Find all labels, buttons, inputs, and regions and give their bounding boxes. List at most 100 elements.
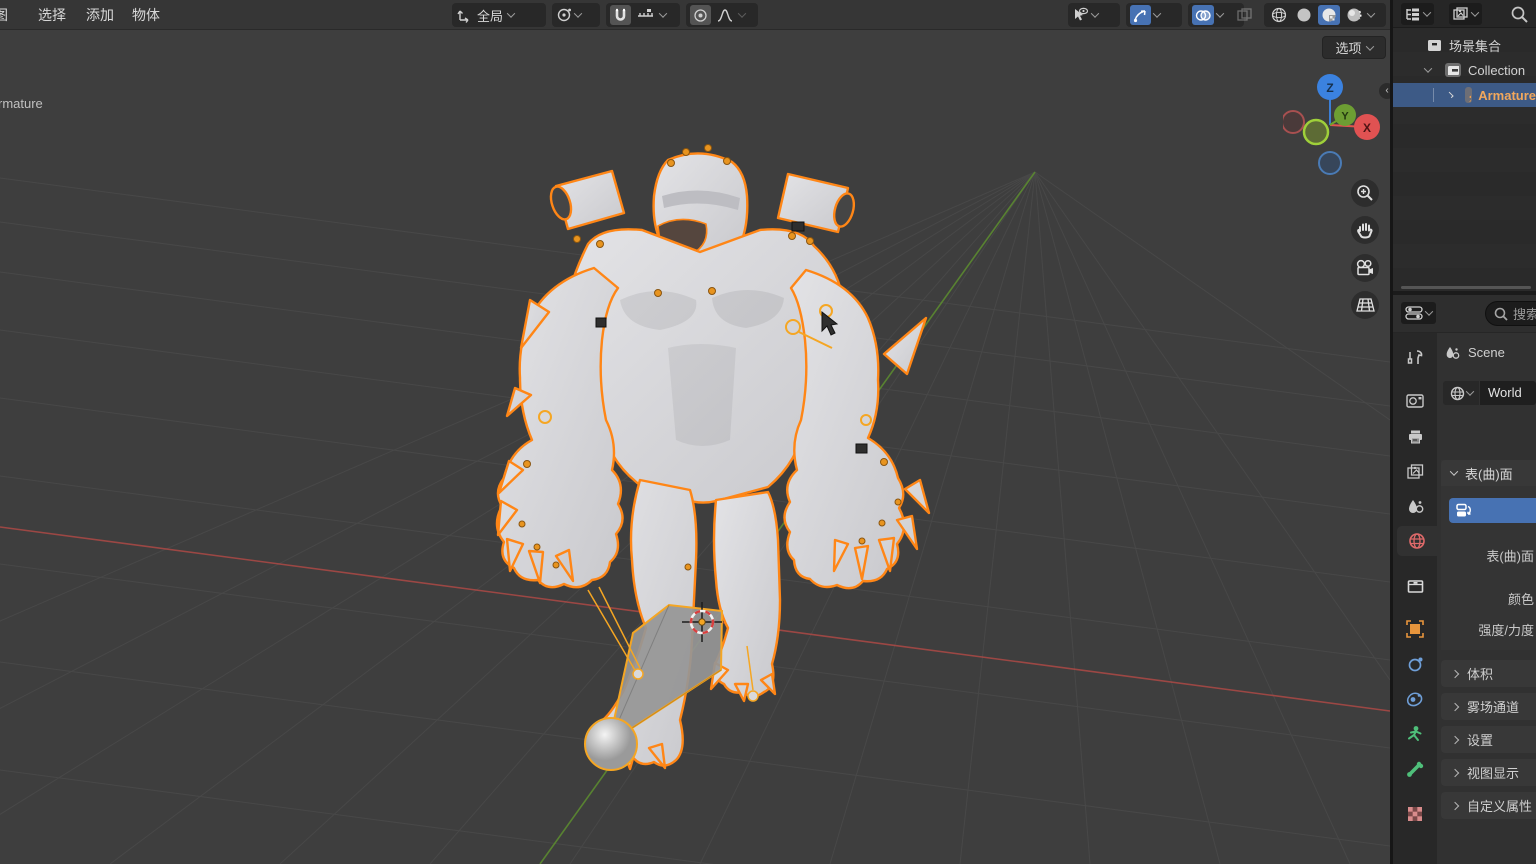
texture-checker-icon <box>1407 806 1423 822</box>
outliner-row-stripe <box>1393 196 1536 220</box>
tab-constraints[interactable] <box>1393 684 1437 714</box>
tab-physics[interactable] <box>1393 649 1437 679</box>
tab-object-data[interactable] <box>1393 719 1437 749</box>
options-dropdown[interactable]: 选项 <box>1322 36 1386 59</box>
panel-custom-properties[interactable]: 自定义属性 <box>1441 792 1536 819</box>
menu-select[interactable]: 选择 <box>32 0 72 30</box>
viewport-scene[interactable] <box>0 0 1390 864</box>
shoulder-cannon-left[interactable] <box>547 171 624 229</box>
panel-settings-label: 设置 <box>1467 730 1493 749</box>
shoulder-cannon-right[interactable] <box>778 174 857 232</box>
sidebar-toggle-arrow[interactable]: ‹ <box>1379 83 1390 99</box>
panel-collapsed-icon <box>1451 702 1459 710</box>
panel-viewport-display[interactable]: 视图显示 <box>1441 759 1536 786</box>
toggle-ortho-button[interactable] <box>1351 291 1379 319</box>
xray-toggle[interactable] <box>1232 3 1262 27</box>
gizmo-axis-neg-z[interactable] <box>1319 152 1341 174</box>
transform-orientation-dropdown[interactable]: 全局 <box>452 3 546 27</box>
shading-solid-button[interactable] <box>1293 5 1315 25</box>
menu-view-label: 视图 <box>0 7 8 23</box>
menu-object[interactable]: 物体 <box>126 0 166 30</box>
snap-target-button[interactable] <box>634 5 657 25</box>
search-icon <box>1494 307 1508 321</box>
menu-view[interactable]: 视图 <box>0 0 14 30</box>
gizmos-toggle[interactable] <box>1130 5 1151 25</box>
world-properties-panel: Scene World 表(曲)面 <box>1437 333 1536 864</box>
tab-render[interactable] <box>1393 385 1437 415</box>
display-mode-icon <box>1453 7 1469 21</box>
options-label: 选项 <box>1335 38 1361 57</box>
show-gizmo-dropdown[interactable] <box>1068 3 1120 27</box>
camera-view-button[interactable] <box>1351 254 1379 282</box>
chevron-down-icon <box>1365 42 1373 50</box>
tab-bone[interactable] <box>1393 754 1437 784</box>
panel-mist-pass[interactable]: 雾场通道 <box>1441 693 1536 720</box>
tab-output[interactable] <box>1393 421 1437 451</box>
zoom-button[interactable] <box>1351 179 1379 207</box>
tab-tool[interactable] <box>1393 343 1437 373</box>
color-field-label: 颜色 <box>1414 589 1534 608</box>
pivot-point-dropdown[interactable] <box>552 3 600 27</box>
outliner-filter-button[interactable] <box>1449 3 1482 25</box>
snap-group <box>606 3 680 27</box>
outliner-header <box>1393 0 1536 28</box>
panel-collapsed-icon <box>1451 735 1459 743</box>
chevron-down-icon <box>1153 9 1161 17</box>
chevron-down-icon <box>1471 8 1479 16</box>
shading-material-button[interactable] <box>1318 5 1340 25</box>
use-nodes-button[interactable] <box>1449 498 1536 523</box>
properties-search-field[interactable]: 搜索 <box>1485 301 1536 326</box>
outliner-editor-type-button[interactable] <box>1401 3 1434 25</box>
shading-group <box>1264 3 1386 27</box>
expand-chevron-icon[interactable] <box>1448 92 1454 98</box>
monster-arm-left[interactable] <box>497 268 623 587</box>
navigation-gizmo[interactable]: Z Y X <box>1283 72 1387 180</box>
armature-data-icon <box>1406 725 1424 743</box>
viewport-3d[interactable]: 视图 选择 添加 物体 全局 <box>0 0 1390 864</box>
output-printer-icon <box>1407 429 1424 444</box>
show-gizmo-icon <box>1072 7 1089 23</box>
outliner-row-collection[interactable]: Collection <box>1393 58 1536 82</box>
orientation-label: 全局 <box>475 6 505 25</box>
falloff-curve-button[interactable] <box>714 5 736 25</box>
chevron-down-icon <box>574 9 582 17</box>
pan-button[interactable] <box>1351 216 1379 244</box>
viewport-info-text: rmature <box>0 96 43 111</box>
constraints-icon <box>1406 691 1424 707</box>
gizmo-axis-neg-y[interactable] <box>1304 120 1328 144</box>
surface-panel-header[interactable]: 表(曲)面 <box>1441 460 1536 486</box>
chevron-down-icon <box>1425 307 1433 315</box>
shading-rendered-button[interactable] <box>1343 5 1365 25</box>
blender-window: 视图 选择 添加 物体 全局 <box>0 0 1536 864</box>
panel-collapsed-icon <box>1451 669 1459 677</box>
panel-collapsed-icon <box>1451 801 1459 809</box>
world-name-field[interactable]: World <box>1480 381 1536 405</box>
panel-volume[interactable]: 体积 <box>1441 660 1536 687</box>
panel-mist-pass-label: 雾场通道 <box>1467 697 1519 716</box>
outliner-row-scene-collection[interactable]: 场景集合 <box>1393 33 1536 57</box>
outliner-row-stripe <box>1393 148 1536 172</box>
outliner-scrollbar[interactable] <box>1401 286 1531 289</box>
proportional-editing-toggle[interactable] <box>690 5 711 25</box>
menu-add[interactable]: 添加 <box>80 0 120 30</box>
bone-ball[interactable] <box>585 718 637 770</box>
snap-magnet-toggle[interactable] <box>610 5 631 25</box>
shading-wireframe-button[interactable] <box>1268 5 1290 25</box>
overlays-toggle[interactable] <box>1192 5 1214 25</box>
gizmo-y-label: Y <box>1341 111 1349 123</box>
chevron-down-icon <box>1367 9 1375 17</box>
world-datablock-button[interactable] <box>1443 381 1479 405</box>
outliner-icon <box>1405 7 1421 21</box>
xray-icon <box>1236 7 1253 23</box>
outliner-search-icon[interactable] <box>1511 6 1529 24</box>
collapse-chevron-icon[interactable] <box>1424 64 1432 72</box>
outliner-row-armature[interactable]: Armature <box>1393 83 1536 107</box>
panel-settings[interactable]: 设置 <box>1441 726 1536 753</box>
properties-editor-type-button[interactable] <box>1401 302 1436 324</box>
proportional-edit-group <box>686 3 758 27</box>
gizmo-axis-neg-x[interactable] <box>1283 111 1304 133</box>
chevron-down-icon <box>659 9 667 17</box>
tab-view-layer[interactable] <box>1393 456 1437 486</box>
tab-texture[interactable] <box>1393 799 1437 829</box>
tab-scene[interactable] <box>1393 491 1437 521</box>
